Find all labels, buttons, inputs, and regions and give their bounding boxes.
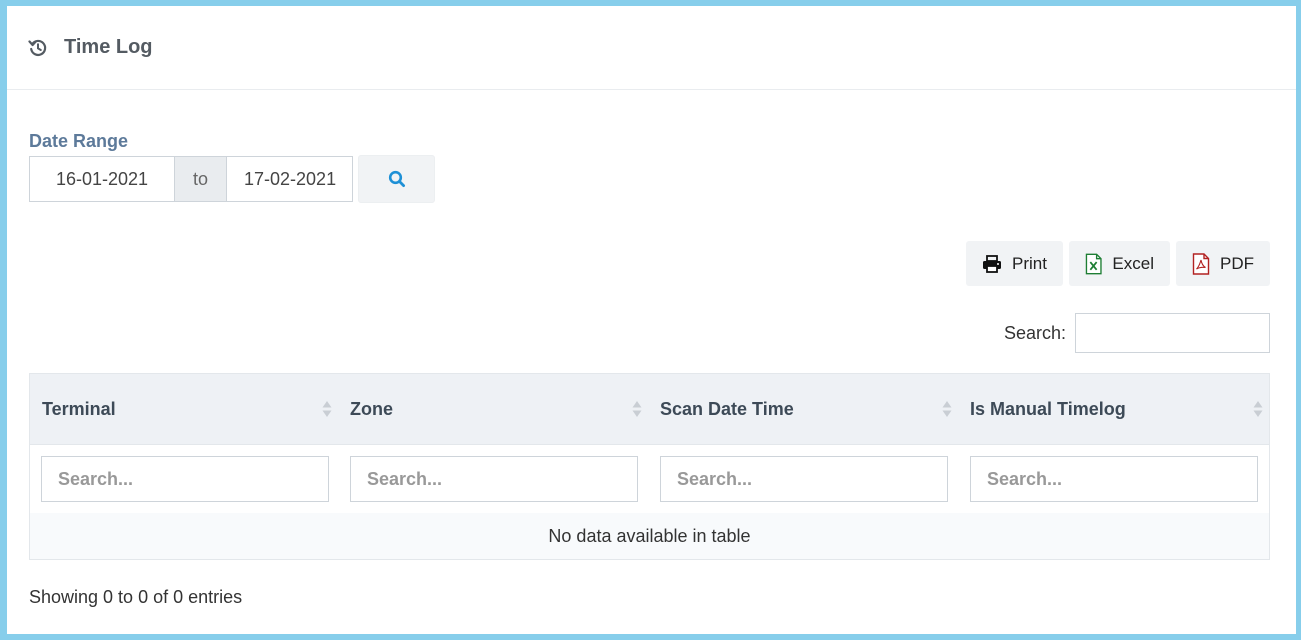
- filter-cell-zone: [338, 456, 648, 502]
- search-label: Search:: [1003, 322, 1066, 343]
- sort-icon: [322, 401, 332, 417]
- filter-cell-is-manual-timelog: [958, 456, 1269, 502]
- from-date-input[interactable]: [29, 156, 175, 202]
- excel-file-icon: [1085, 253, 1102, 274]
- column-header-is-manual-timelog[interactable]: Is Manual Timelog: [958, 374, 1269, 444]
- print-icon: [983, 254, 1002, 273]
- terminal-filter-input[interactable]: [41, 456, 329, 502]
- to-date-input[interactable]: [227, 156, 353, 202]
- filter-cell-scan-date-time: [648, 456, 958, 502]
- excel-button[interactable]: Excel: [1069, 241, 1170, 286]
- scan-date-time-filter-input[interactable]: [660, 456, 948, 502]
- filter-cell-terminal: [30, 456, 338, 502]
- column-label: Scan Date Time: [660, 398, 794, 419]
- excel-label: Excel: [1112, 253, 1154, 273]
- column-label: Is Manual Timelog: [970, 398, 1126, 419]
- export-buttons: Print Excel PDF: [966, 241, 1270, 286]
- print-button[interactable]: Print: [966, 241, 1063, 286]
- page-title: Time Log: [64, 36, 153, 58]
- zone-filter-input[interactable]: [350, 456, 638, 502]
- column-header-terminal[interactable]: Terminal: [30, 374, 338, 444]
- is-manual-timelog-filter-input[interactable]: [970, 456, 1258, 502]
- table-search: Search:: [1004, 313, 1270, 353]
- empty-table-row: No data available in table: [30, 513, 1269, 559]
- column-label: Zone: [350, 398, 393, 419]
- table-info: Showing 0 to 0 of 0 entries: [29, 587, 243, 607]
- time-log-card: Time Log Date Range to Print: [7, 6, 1296, 634]
- pdf-label: PDF: [1220, 253, 1254, 273]
- table-search-input[interactable]: [1075, 313, 1270, 353]
- column-header-scan-date-time[interactable]: Scan Date Time: [648, 374, 958, 444]
- date-range-group: to: [29, 155, 435, 203]
- print-label: Print: [1012, 253, 1047, 273]
- column-filter-row: [30, 445, 1269, 513]
- time-log-table: Terminal Zone Scan Date Time Is Manual T…: [29, 373, 1270, 560]
- date-range-separator: to: [175, 156, 227, 202]
- sort-icon: [942, 401, 952, 417]
- card-header: Time Log: [7, 6, 1296, 90]
- table-header-row: Terminal Zone Scan Date Time Is Manual T…: [30, 374, 1269, 445]
- search-icon: [388, 170, 405, 188]
- column-label: Terminal: [42, 398, 116, 419]
- date-search-button[interactable]: [358, 155, 435, 203]
- history-icon: [28, 38, 48, 58]
- sort-icon: [1253, 401, 1263, 417]
- column-header-zone[interactable]: Zone: [338, 374, 648, 444]
- date-range-label: Date Range: [29, 131, 129, 151]
- pdf-file-icon: [1192, 252, 1210, 275]
- sort-icon: [632, 401, 642, 417]
- pdf-button[interactable]: PDF: [1176, 241, 1270, 286]
